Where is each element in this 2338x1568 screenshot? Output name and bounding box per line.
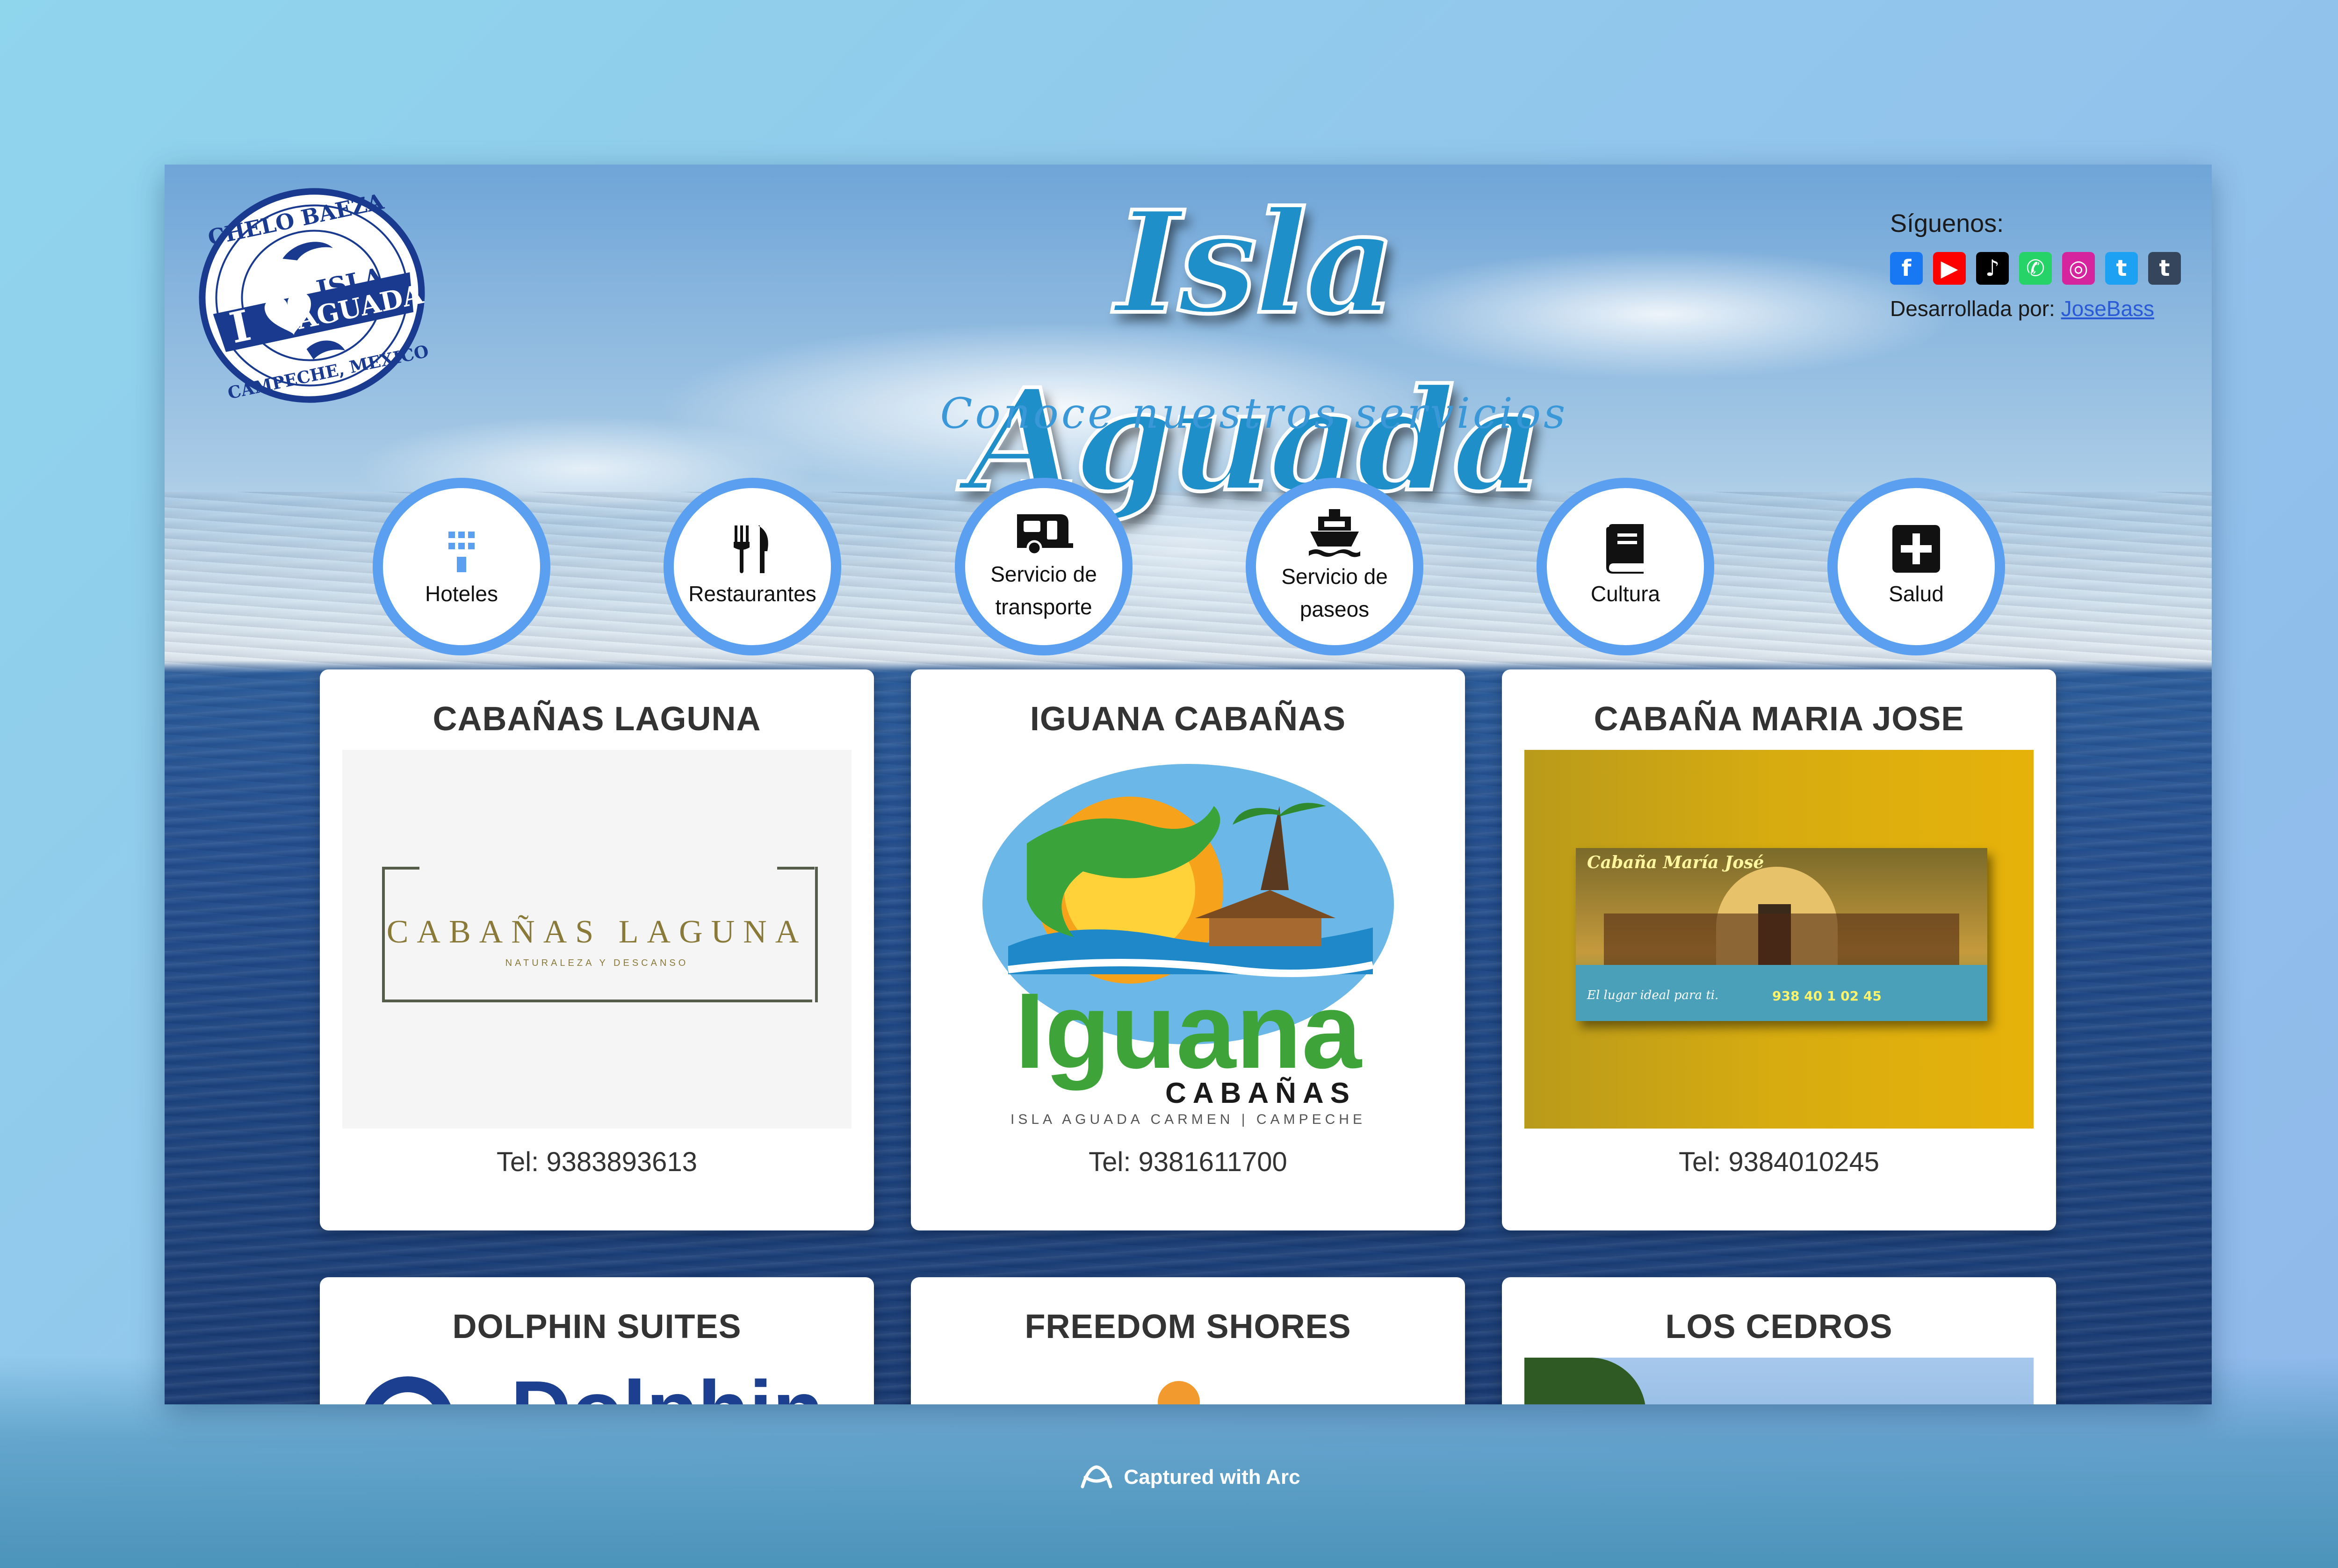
iguana-subtext: CABAÑAS	[1165, 1077, 1356, 1109]
nav-transporte[interactable]: Servicio de transporte	[955, 478, 1133, 655]
card-cabanas-laguna[interactable]: CABAÑAS LAGUNA CABAÑAS LAGUNA NATURALEZA…	[320, 669, 874, 1230]
hotel-icon	[442, 525, 481, 572]
card-title: CABAÑAS LAGUNA	[433, 700, 761, 738]
card-cabana-maria-jose[interactable]: CABAÑA MARIA JOSE Cabaña María José El l…	[1502, 669, 2056, 1230]
image-phone: 938 40 1 02 45	[1772, 988, 1882, 1004]
facebook-icon[interactable]: f	[1890, 252, 1923, 285]
image-subtext: NATURALEZA Y DESCANSO	[505, 958, 689, 968]
plus-square-icon	[1892, 525, 1940, 573]
iguana-caption: ISLA AGUADA CARMEN | CAMPECHE	[1010, 1112, 1366, 1127]
site-logo[interactable]: CHELO BAEZA I ISLA AGUADA CAMPECHE, MEXI…	[193, 183, 431, 408]
card-title: LOS CEDROS	[1665, 1308, 1893, 1345]
card-title: IGUANA CABAÑAS	[1030, 700, 1346, 738]
card-phone: Tel: 9381611700	[1089, 1147, 1287, 1177]
tumblr-icon[interactable]: t	[2148, 252, 2181, 285]
social-panel: Síguenos: f ▶ ♪ ✆ ◎ t t Desarrollada por: Jose…	[1890, 209, 2208, 321]
card-title: FREEDOM SHORES	[1025, 1308, 1351, 1345]
image-text: CABAÑAS LAGUNA	[386, 914, 808, 950]
card-title: CABAÑA MARIA JOSE	[1594, 700, 1964, 738]
card-title: DOLPHIN SUITES	[452, 1308, 742, 1345]
developer-link[interactable]: JoseBass	[2061, 296, 2154, 321]
tiktok-icon[interactable]: ♪	[1976, 252, 2009, 285]
image-subtext: El lugar ideal para ti.	[1587, 988, 1719, 1002]
nav-label-paseos: Servicio de paseos	[1281, 564, 1388, 621]
browser-viewport: CHELO BAEZA I ISLA AGUADA CAMPECHE, MEXI…	[165, 165, 2212, 1404]
card-phone: Tel: 9383893613	[497, 1147, 697, 1177]
card-los-cedros[interactable]: LOS CEDROS	[1502, 1277, 2056, 1404]
developer-credit: Desarrollada por: JoseBass	[1890, 296, 2208, 321]
ship-icon	[1309, 509, 1360, 557]
category-nav: Hoteles Restaurantes Servicio de transpo…	[165, 478, 2212, 665]
card-dolphin-suites[interactable]: DOLPHIN SUITES Dolphin	[320, 1277, 874, 1404]
card-image	[1524, 1358, 2034, 1404]
arc-capture-footer: Captured with Arc	[0, 1463, 2338, 1491]
instagram-icon[interactable]: ◎	[2062, 252, 2095, 285]
nav-label-cultura: Cultura	[1590, 582, 1660, 606]
iguana-text: Iguana	[1015, 971, 1362, 1091]
nav-cultura[interactable]: Cultura	[1537, 478, 1714, 655]
nav-hoteles[interactable]: Hoteles	[373, 478, 550, 655]
card-freedom-shores[interactable]: FREEDOM SHORES	[911, 1277, 1465, 1404]
book-icon	[1606, 524, 1644, 574]
image-text: Cabaña María José	[1587, 853, 1764, 872]
nav-label-restaurantes: Restaurantes	[688, 582, 816, 606]
nav-label-transporte: Servicio de transporte	[990, 561, 1097, 619]
nav-label-salud: Salud	[1889, 582, 1944, 606]
card-iguana-cabanas[interactable]: IGUANA CABAÑAS Iguana CABAÑAS ISLA AGUAD…	[911, 669, 1465, 1230]
card-image: Cabaña María José El lugar ideal para ti…	[1524, 750, 2034, 1129]
card-phone: Tel: 9384010245	[1679, 1147, 1879, 1177]
social-icons: f ▶ ♪ ✆ ◎ t t	[1890, 252, 2208, 285]
iguana-logo: Iguana CABAÑAS ISLA AGUADA CARMEN | CAMP…	[982, 764, 1394, 1127]
page-title: Isla Aguada	[966, 178, 1544, 525]
card-image: Iguana CABAÑAS ISLA AGUADA CARMEN | CAMP…	[933, 750, 1443, 1129]
whatsapp-icon[interactable]: ✆	[2019, 252, 2052, 285]
caravan-icon	[1017, 514, 1073, 555]
card-image	[933, 1358, 1443, 1404]
utensils-icon	[734, 525, 768, 573]
social-label: Síguenos:	[1890, 209, 2004, 237]
nav-label-hoteles: Hoteles	[425, 582, 498, 606]
card-image: CABAÑAS LAGUNA NATURALEZA Y DESCANSO	[342, 750, 851, 1129]
arc-logo-icon	[1081, 1465, 1112, 1489]
twitter-icon[interactable]: t	[2105, 252, 2138, 285]
developer-label: Desarrollada por:	[1890, 296, 2055, 321]
page-subtitle: Conoce nuestros servicios	[940, 389, 1568, 438]
nav-paseos[interactable]: Servicio de paseos	[1246, 478, 1423, 655]
captured-text: Captured with Arc	[1124, 1466, 1300, 1489]
nav-restaurantes[interactable]: Restaurantes	[664, 478, 841, 655]
youtube-icon[interactable]: ▶	[1933, 252, 1966, 285]
card-image: Dolphin	[342, 1358, 851, 1404]
nav-salud[interactable]: Salud	[1827, 478, 2005, 655]
